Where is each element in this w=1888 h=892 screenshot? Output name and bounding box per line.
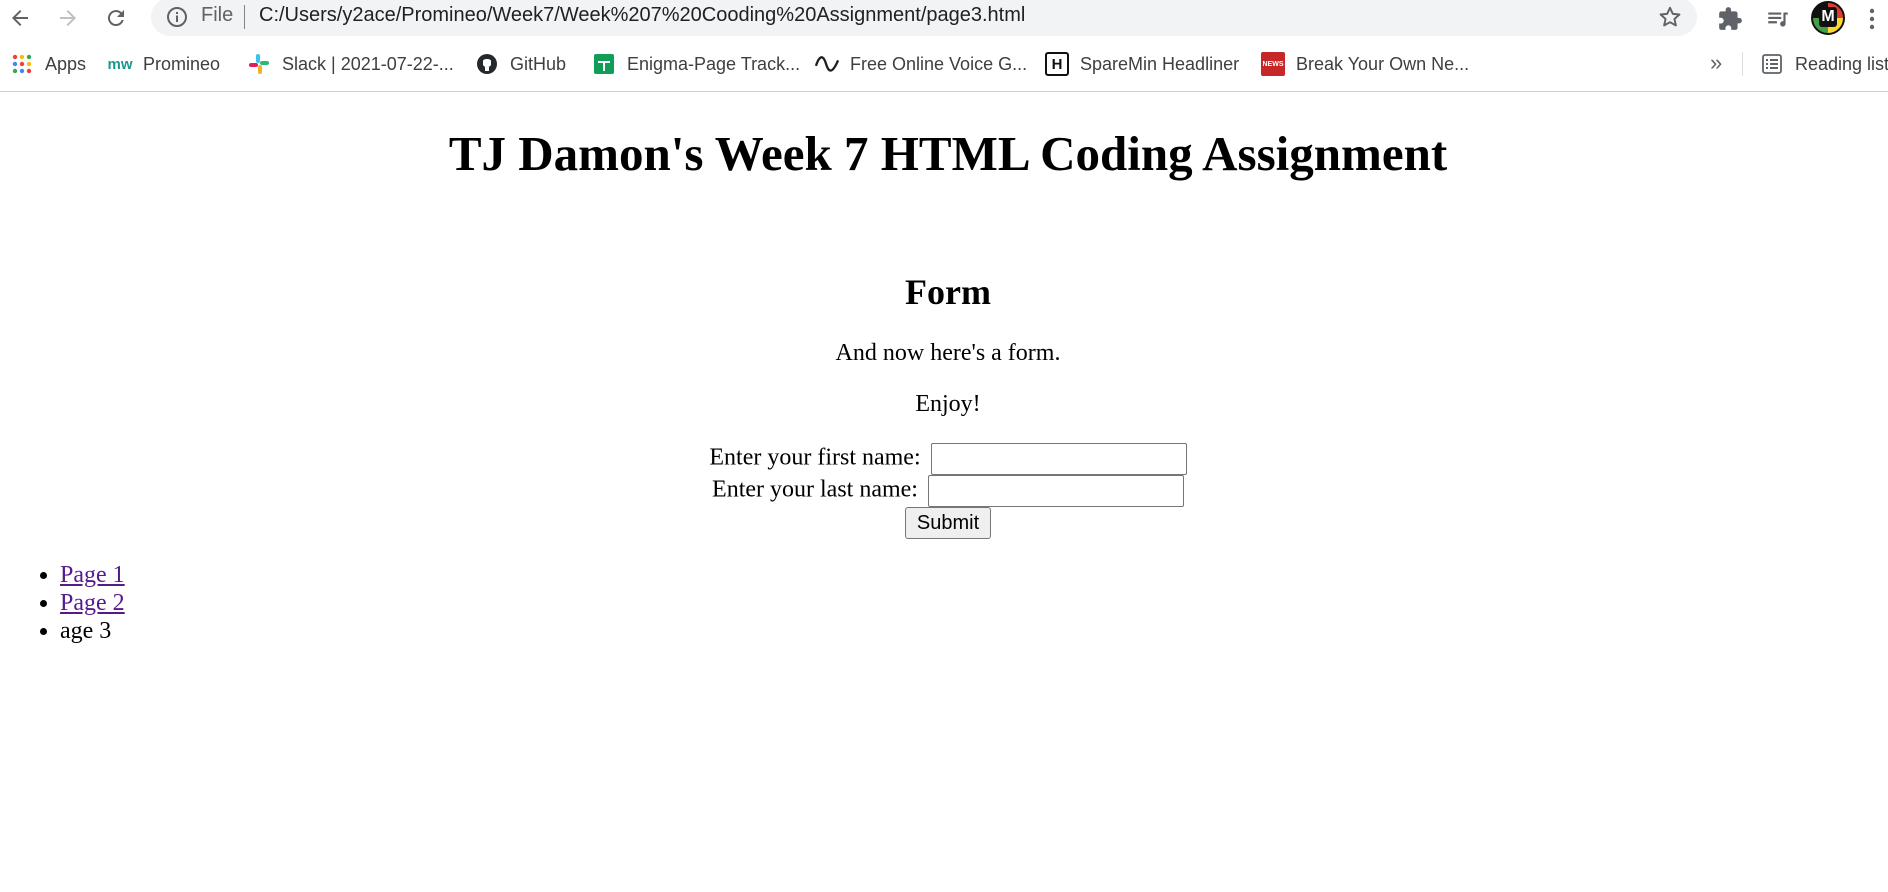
forward-button[interactable] <box>52 2 84 34</box>
forward-arrow-icon <box>60 10 76 26</box>
slack-icon <box>247 52 271 76</box>
first-name-input[interactable] <box>930 443 1187 475</box>
sheets-icon <box>592 52 616 76</box>
bookmark-github[interactable]: GitHub <box>475 46 566 82</box>
browser-toolbar: File C:/Users/y2ace/Promineo/Week7/Week%… <box>0 0 1888 38</box>
github-icon <box>475 52 499 76</box>
bookmark-label: GitHub <box>510 53 567 74</box>
bookmark-slack[interactable]: Slack | 2021-07-22-... <box>247 46 454 82</box>
browser-chrome: File C:/Users/y2ace/Promineo/Week7/Week%… <box>0 0 1888 92</box>
page-nav-list: Page 1 Page 2 age 3 <box>0 561 125 645</box>
form-intro-text: And now here's a form. <box>835 340 1061 366</box>
reload-icon <box>107 10 124 27</box>
last-name-input[interactable] <box>927 475 1184 507</box>
profile-avatar[interactable] <box>1811 1 1845 35</box>
last-name-row: Enter your last name: <box>0 475 1888 507</box>
reload-button[interactable] <box>100 2 132 34</box>
bookmark-label: Slack | 2021-07-22-... <box>282 53 454 74</box>
menu-button[interactable] <box>1860 3 1884 35</box>
bookmark-label: Free Online Voice G... <box>850 53 1028 74</box>
bookmark-headliner[interactable]: H SpareMin Headliner <box>1045 46 1239 82</box>
first-name-label: Enter your first name: <box>709 444 921 471</box>
bookmark-label: Break Your Own Ne... <box>1296 53 1470 74</box>
bookmark-promineo[interactable]: mw Promineo <box>107 46 221 82</box>
bookmark-star-icon[interactable] <box>1657 4 1683 30</box>
back-arrow-icon <box>12 10 28 26</box>
reading-list-label: Reading list <box>1795 53 1888 74</box>
bookmark-label: Promineo <box>143 53 221 74</box>
back-button[interactable] <box>4 2 36 34</box>
bookmark-apps[interactable]: Apps <box>10 46 86 82</box>
list-item: Page 2 <box>60 589 125 617</box>
bookmark-label: Enigma-Page Track... <box>627 53 801 74</box>
page-1-link[interactable]: Page 1 <box>60 562 125 588</box>
last-name-label: Enter your last name: <box>712 476 918 503</box>
page-3-item: age 3 <box>60 618 112 644</box>
address-url[interactable]: C:/Users/y2ace/Promineo/Week7/Week%207%2… <box>259 4 1025 27</box>
break-news-icon: NEWS <box>1261 52 1285 76</box>
page-content: TJ Damon's Week 7 HTML Coding Assignment… <box>0 93 1888 892</box>
bookmarks-bar: Apps mw Promineo Slack | 2021-07-22-... … <box>0 46 1888 82</box>
bookmark-enigma[interactable]: Enigma-Page Track... <box>592 46 800 82</box>
reading-list-icon <box>1760 52 1784 76</box>
puzzle-icon <box>1719 7 1742 30</box>
bookmarks-divider <box>1742 52 1743 76</box>
page-title: TJ Damon's Week 7 HTML Coding Assignment <box>448 126 1448 181</box>
media-control-button[interactable] <box>1762 3 1794 35</box>
first-name-row: Enter your first name: <box>0 443 1888 475</box>
promineo-logo-icon: mw <box>107 55 133 73</box>
list-item: Page 1 <box>60 561 125 589</box>
kebab-menu-icon <box>1869 8 1875 30</box>
bookmark-label: Apps <box>45 53 87 74</box>
form-heading: Form <box>905 272 991 312</box>
address-scheme-label: File <box>201 4 234 26</box>
bookmarks-overflow-button[interactable]: » <box>1710 50 1722 76</box>
list-item: age 3 <box>60 617 125 645</box>
submit-button[interactable]: Submit <box>905 507 991 539</box>
page-2-link[interactable]: Page 2 <box>60 590 125 616</box>
bookmark-voice[interactable]: Free Online Voice G... <box>815 46 1027 82</box>
reading-list-button[interactable]: Reading list <box>1760 46 1888 82</box>
wave-icon <box>815 52 839 76</box>
apps-grid-icon <box>10 52 34 76</box>
enjoy-text: Enjoy! <box>915 391 981 417</box>
bookmark-label: SpareMin Headliner <box>1080 53 1240 74</box>
extensions-button[interactable] <box>1714 3 1746 35</box>
queue-music-icon <box>1768 12 1788 27</box>
bookmark-break-news[interactable]: NEWS Break Your Own Ne... <box>1261 46 1469 82</box>
info-icon[interactable] <box>165 5 189 29</box>
address-bar[interactable]: File C:/Users/y2ace/Promineo/Week7/Week%… <box>151 0 1697 36</box>
address-divider <box>244 5 245 29</box>
headliner-icon: H <box>1045 52 1069 76</box>
